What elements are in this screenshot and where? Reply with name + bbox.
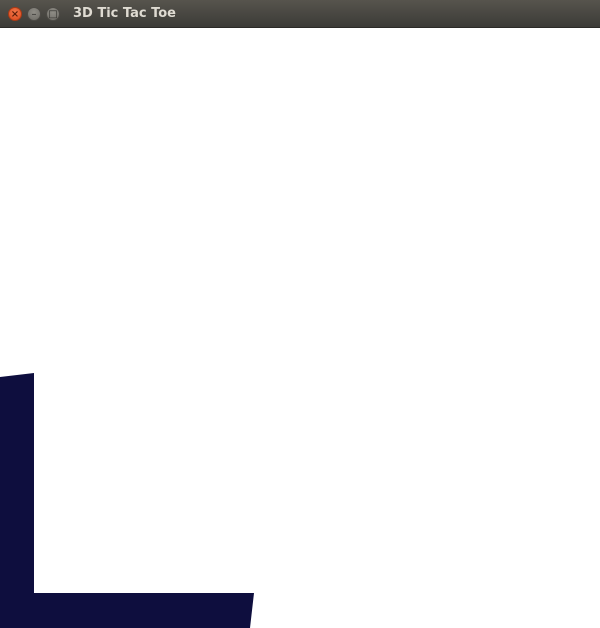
title-bar[interactable]: × – □ 3D Tic Tac Toe (0, 0, 600, 28)
scene-background (0, 28, 600, 628)
maximize-icon[interactable]: □ (46, 7, 60, 21)
game-viewport[interactable] (0, 28, 600, 628)
close-icon[interactable]: × (8, 7, 22, 21)
board-canvas[interactable] (0, 28, 600, 628)
minimize-icon[interactable]: – (27, 7, 41, 21)
window-title: 3D Tic Tac Toe (73, 6, 177, 21)
app-window: × – □ 3D Tic Tac Toe (0, 0, 600, 628)
